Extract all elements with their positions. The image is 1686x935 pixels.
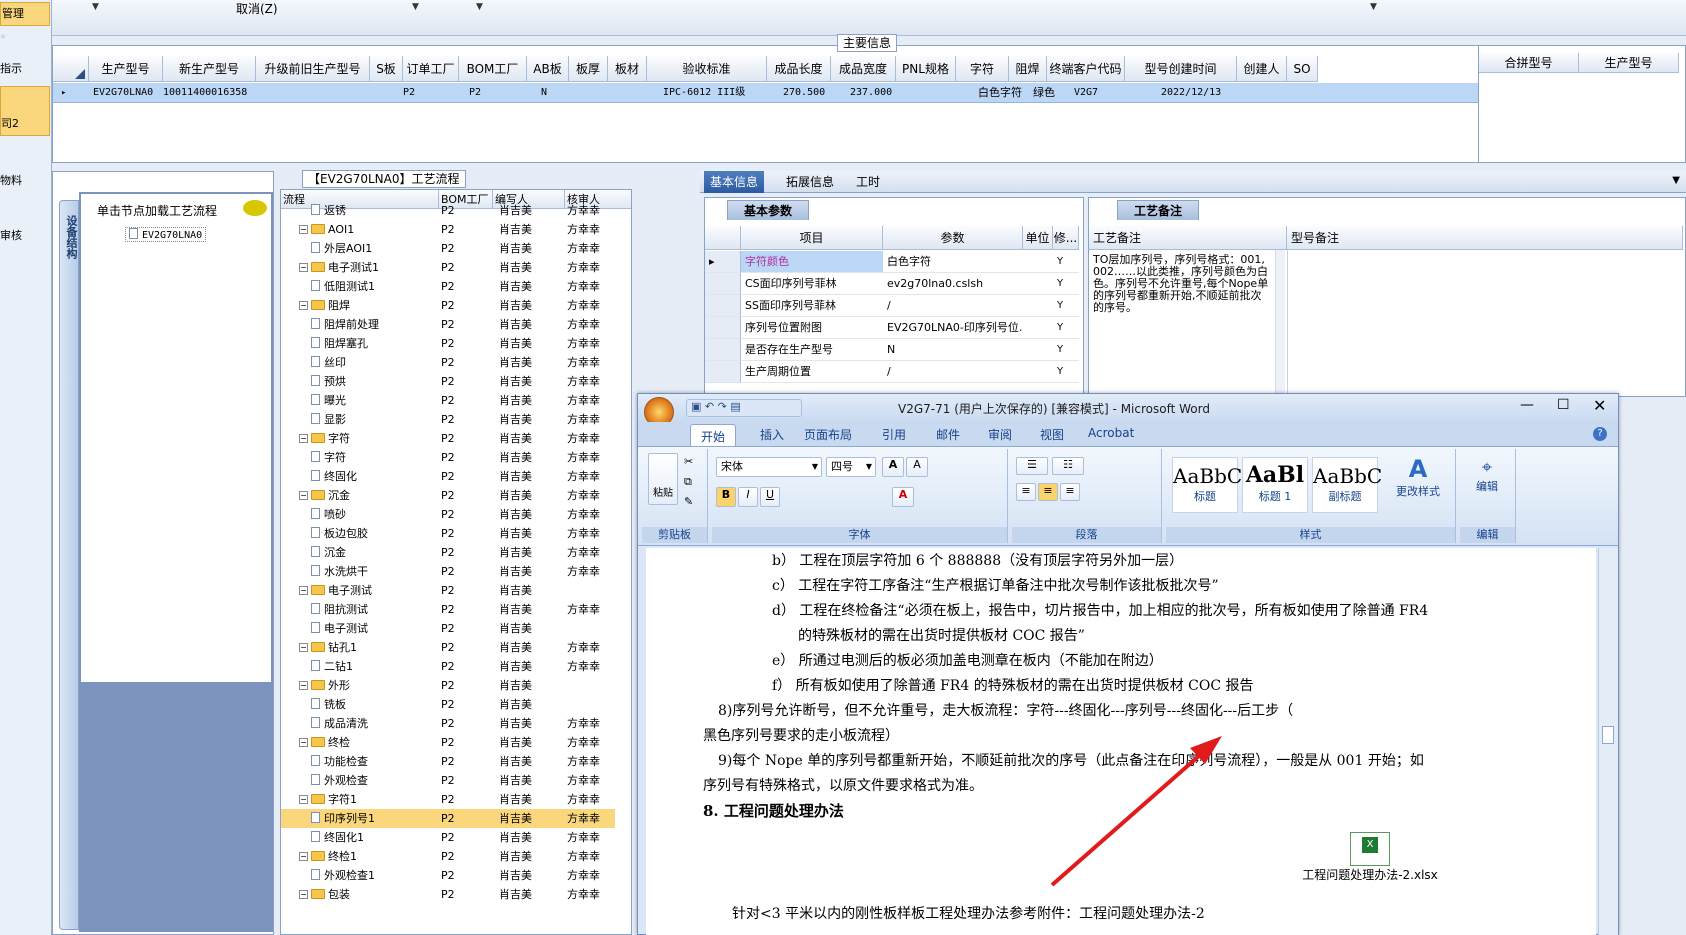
main-info-title: 主要信息 [837, 34, 898, 52]
annotation-arrow [1050, 736, 1222, 887]
process-group-title: 【EV2G70LNA0】工艺流程 [302, 170, 466, 188]
